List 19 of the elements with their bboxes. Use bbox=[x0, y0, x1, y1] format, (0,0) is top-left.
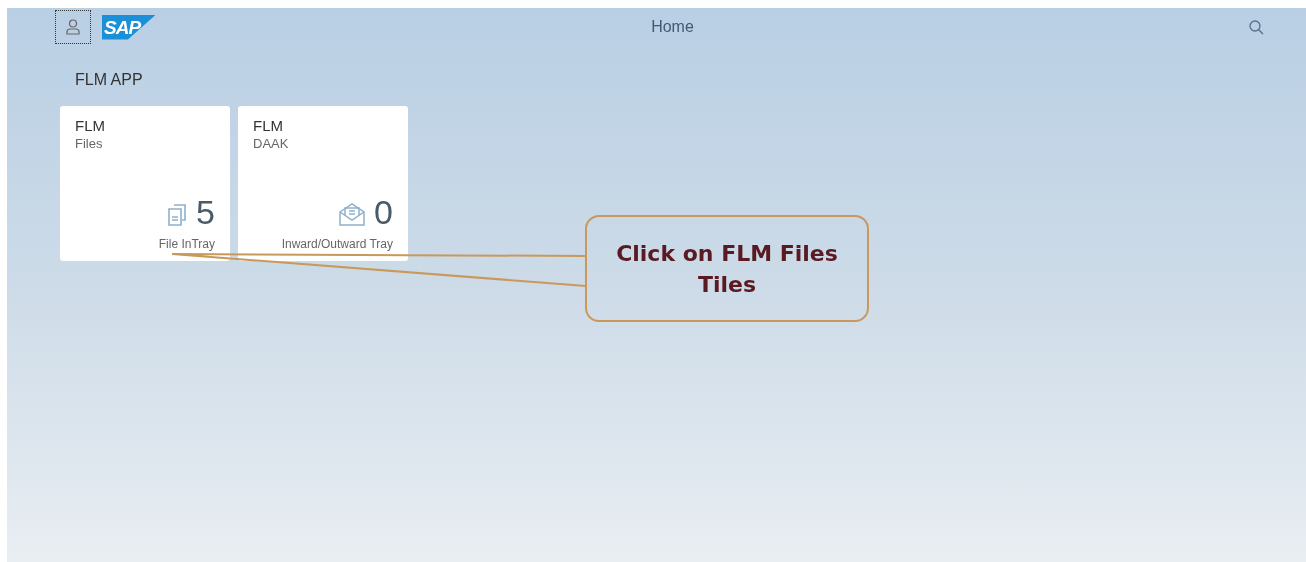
callout: Click on FLM Files Tiles bbox=[585, 215, 869, 322]
documents-icon bbox=[166, 202, 189, 226]
tile-footer: File InTray bbox=[158, 236, 215, 252]
user-button[interactable] bbox=[55, 10, 91, 44]
tile-count: 5 bbox=[196, 192, 215, 232]
page-title: Home bbox=[651, 17, 694, 37]
tile-subtitle: Files bbox=[75, 135, 104, 153]
app-tile[interactable]: FLM DAAK 0 Inward/Outward Tray bbox=[238, 106, 408, 261]
user-icon bbox=[66, 19, 80, 35]
app-tile[interactable]: FLM Files 5 File InTray bbox=[60, 106, 230, 261]
tile-footer: Inward/Outward Tray bbox=[281, 236, 393, 252]
tile-title: FLM bbox=[253, 117, 284, 135]
envelope-icon bbox=[338, 202, 367, 226]
group-title: FLM APP bbox=[75, 71, 143, 88]
logo: SAP bbox=[102, 14, 156, 40]
tile-subtitle: DAAK bbox=[253, 135, 290, 153]
search-icon[interactable] bbox=[1249, 19, 1264, 35]
tile-title: FLM bbox=[75, 117, 106, 135]
tile-count: 0 bbox=[374, 192, 393, 232]
